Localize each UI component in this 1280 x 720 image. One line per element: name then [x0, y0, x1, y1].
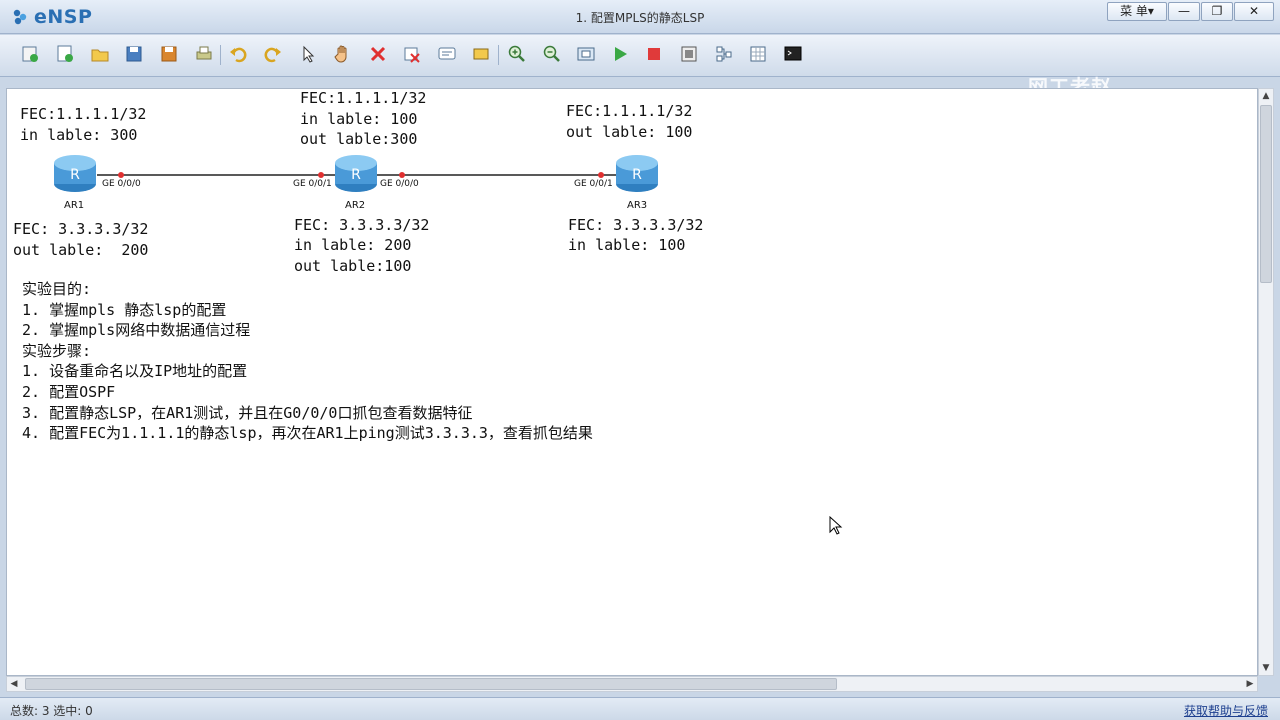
label-text[interactable]: out lable: 200	[13, 240, 148, 261]
delete-link-icon[interactable]	[401, 43, 423, 65]
note-line: 实验步骤:	[22, 341, 92, 360]
start-icon[interactable]	[609, 43, 631, 65]
interface-label: GE 0/0/1	[293, 179, 332, 189]
label-text[interactable]: in lable: 100	[568, 235, 685, 256]
router-ar2[interactable]: R	[333, 152, 379, 198]
port-dot	[598, 172, 604, 178]
device-label-ar2: AR2	[345, 200, 366, 211]
topology-icon[interactable]	[713, 43, 735, 65]
router-icon: R	[616, 155, 658, 192]
zoom-out-icon[interactable]	[541, 43, 563, 65]
scroll-left-icon[interactable]: ◀	[7, 677, 21, 691]
save-icon[interactable]	[123, 43, 145, 65]
new-icon[interactable]	[54, 43, 76, 65]
horizontal-scrollbar[interactable]: ◀ ▶	[6, 676, 1258, 692]
label-text[interactable]: FEC:1.1.1.1/32	[20, 104, 146, 125]
print-icon[interactable]	[193, 43, 215, 65]
label-text[interactable]: FEC: 3.3.3.3/32	[13, 219, 148, 240]
label-text[interactable]: FEC:1.1.1.1/32	[566, 101, 692, 122]
text-note-icon[interactable]	[436, 43, 458, 65]
scroll-right-icon[interactable]: ▶	[1243, 677, 1257, 691]
note-line: 3. 配置静态LSP，在AR1测试，并且在G0/0/0口抓包查看数据特征	[22, 403, 473, 422]
note-line: 4. 配置FEC为1.1.1.1的静态lsp，再次在AR1上ping测试3.3.…	[22, 424, 593, 443]
scroll-down-icon[interactable]: ▼	[1259, 661, 1273, 675]
note-line: 实验目的:	[22, 280, 92, 298]
menu-button[interactable]: 菜 单▾	[1107, 2, 1167, 21]
horizontal-scroll-thumb[interactable]	[25, 678, 837, 690]
delete-icon[interactable]	[367, 43, 389, 65]
router-ar3[interactable]: R	[614, 152, 660, 198]
device-label-ar3: AR3	[627, 200, 648, 211]
router-icon: R	[54, 155, 96, 192]
note-line: 2. 配置OSPF	[22, 382, 116, 401]
terminal-icon[interactable]	[782, 43, 804, 65]
label-text[interactable]: in lable: 200	[294, 235, 411, 256]
svg-text:R: R	[70, 167, 80, 183]
device-label-ar1: AR1	[64, 200, 85, 211]
save-as-icon[interactable]	[158, 43, 180, 65]
label-text[interactable]: out lable: 100	[566, 122, 692, 143]
label-text[interactable]: FEC: 3.3.3.3/32	[568, 215, 703, 236]
note-line: 1. 掌握mpls 静态lsp的配置	[22, 300, 227, 319]
note-line: 1. 设备重命名以及IP地址的配置	[22, 362, 248, 381]
vertical-scroll-thumb[interactable]	[1260, 105, 1272, 283]
vertical-scrollbar[interactable]: ▲ ▼	[1258, 88, 1274, 676]
topology-canvas[interactable]: R R R AR1 AR2 AR3 GE 0/0/0 GE 0/0/1 GE 0…	[6, 88, 1258, 676]
router-icon: R	[335, 155, 377, 192]
note-line: 2. 掌握mpls网络中数据通信过程	[22, 321, 251, 340]
undo-icon[interactable]	[227, 43, 249, 65]
interface-label: GE 0/0/0	[380, 179, 419, 189]
label-text[interactable]: out lable:100	[294, 256, 411, 277]
interface-label: GE 0/0/1	[574, 179, 613, 189]
label-text[interactable]: FEC: 3.3.3.3/32	[294, 215, 429, 236]
svg-text:R: R	[351, 167, 361, 183]
title-bar: eNSP 1. 配置MPLS的静态LSP 菜 单▾ — ❐ ✕	[0, 0, 1280, 34]
status-bar: 总数: 3 选中: 0 获取帮助与反馈	[0, 697, 1280, 720]
minimize-button[interactable]: —	[1168, 2, 1200, 21]
open-icon[interactable]	[89, 43, 111, 65]
toolbar-separator	[498, 45, 499, 65]
label-text[interactable]: in lable: 100	[300, 109, 417, 130]
toolbar: 网工老赵	[0, 35, 1280, 99]
grid-icon[interactable]	[747, 43, 769, 65]
port-dot	[118, 172, 124, 178]
select-icon[interactable]	[297, 43, 319, 65]
port-dot	[318, 172, 324, 178]
rectangle-icon[interactable]	[470, 43, 492, 65]
window-title: 1. 配置MPLS的静态LSP	[575, 11, 705, 25]
mouse-cursor-icon	[829, 515, 843, 540]
fit-icon[interactable]	[575, 43, 597, 65]
stop-icon[interactable]	[643, 43, 665, 65]
new-topology-icon[interactable]	[19, 43, 41, 65]
label-text[interactable]: in lable: 300	[20, 125, 137, 146]
close-button[interactable]: ✕	[1234, 2, 1274, 21]
zoom-in-icon[interactable]	[506, 43, 528, 65]
notes-block[interactable]: 实验目的: 1. 掌握mpls 静态lsp的配置 2. 掌握mpls网络中数据通…	[22, 279, 593, 444]
restore-button[interactable]: ❐	[1201, 2, 1233, 21]
interface-label: GE 0/0/0	[102, 179, 141, 189]
status-counts: 总数: 3 选中: 0	[10, 704, 93, 718]
svg-text:R: R	[632, 167, 642, 183]
label-text[interactable]: out lable:300	[300, 129, 417, 150]
help-feedback-link[interactable]: 获取帮助与反馈	[1184, 702, 1268, 719]
scroll-up-icon[interactable]: ▲	[1259, 89, 1273, 103]
router-ar1[interactable]: R	[52, 152, 98, 198]
port-dot	[399, 172, 405, 178]
redo-icon[interactable]	[262, 43, 284, 65]
capture-icon[interactable]	[678, 43, 700, 65]
pan-hand-icon[interactable]	[332, 43, 354, 65]
label-text[interactable]: FEC:1.1.1.1/32	[300, 88, 426, 109]
toolbar-separator	[220, 45, 221, 65]
